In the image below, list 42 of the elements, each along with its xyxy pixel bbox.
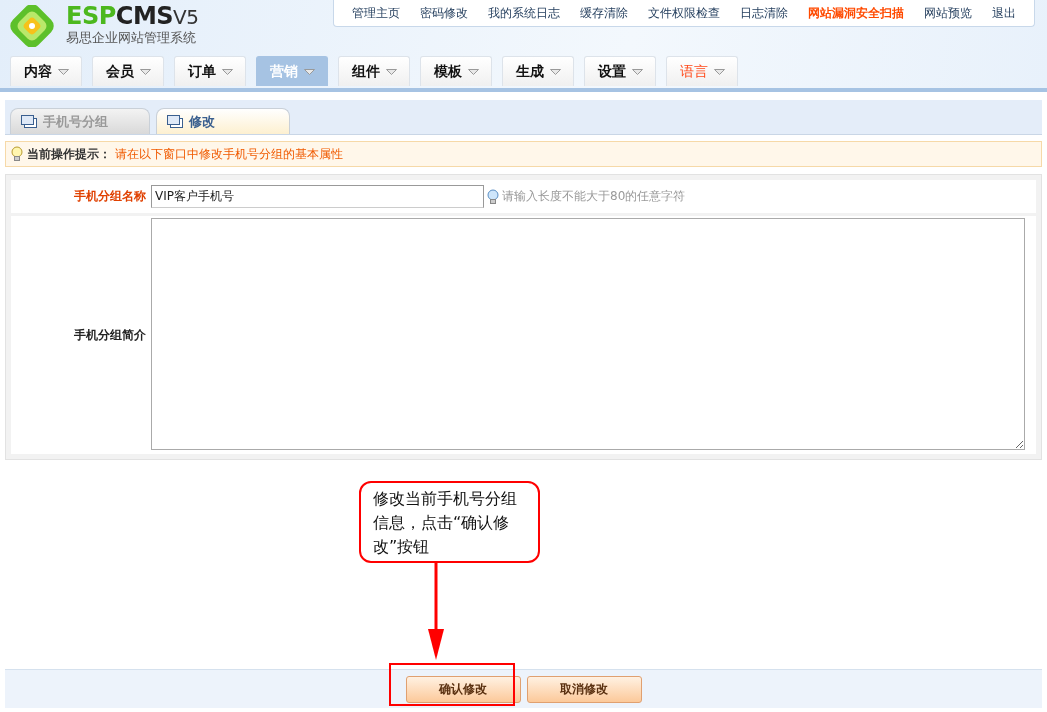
monitor-icon	[21, 114, 37, 129]
caret-icon	[631, 68, 643, 75]
caret-icon	[221, 68, 233, 75]
nav-tab[interactable]: 内容	[10, 56, 82, 86]
field-label: 手机分组简介	[73, 326, 147, 344]
top-link[interactable]: 我的系统日志	[478, 5, 570, 22]
nav-tab[interactable]: 会员	[92, 56, 164, 86]
caret-icon	[713, 68, 725, 75]
top-link[interactable]: 文件权限检查	[638, 5, 730, 22]
action-button[interactable]: 确认修改	[405, 675, 521, 703]
input-field[interactable]: VIP客户手机号	[151, 185, 484, 208]
nav-tab[interactable]: 组件	[338, 56, 410, 86]
lightbulb-icon	[11, 146, 23, 162]
top-link[interactable]: 密码修改	[410, 5, 478, 22]
caret-icon	[549, 68, 561, 75]
logo-subtitle: 易思企业网站管理系统	[66, 29, 197, 47]
caret-icon	[139, 68, 151, 75]
hint-label: 当前操作提示：	[27, 145, 111, 163]
nav-tab[interactable]: 生成	[502, 56, 574, 86]
top-link[interactable]: 缓存清除	[570, 5, 638, 22]
action-button[interactable]: 取消修改	[526, 675, 642, 703]
help-text: 请输入长度不能大于80的任意字符	[502, 188, 686, 205]
arrow-icon	[428, 563, 444, 661]
lightbulb-icon	[487, 188, 499, 205]
top-link[interactable]: 日志清除	[730, 5, 798, 22]
hint-text: 请在以下窗口中修改手机号分组的基本属性	[115, 145, 343, 163]
nav-tab[interactable]: 模板	[420, 56, 492, 86]
callout-bubble: 修改当前手机号分组信息，点击“确认修改”按钮	[359, 481, 540, 563]
monitor-icon	[167, 114, 183, 129]
textarea-field[interactable]	[151, 217, 1025, 450]
field-label: 手机分组名称	[73, 188, 147, 205]
top-link[interactable]: 退出	[982, 5, 1026, 22]
top-link[interactable]: 管理主页	[342, 5, 410, 22]
nav-tab[interactable]: 设置	[584, 56, 656, 86]
logo-wordmark: ESPCMSV5	[66, 4, 199, 29]
caret-icon	[385, 68, 397, 75]
caret-icon	[303, 68, 315, 75]
caret-icon	[467, 68, 479, 75]
sub-tab[interactable]: 修改	[156, 108, 290, 134]
top-link[interactable]: 网站预览	[914, 5, 982, 22]
caret-icon	[57, 68, 69, 75]
nav-tab[interactable]: 订单	[174, 56, 246, 86]
